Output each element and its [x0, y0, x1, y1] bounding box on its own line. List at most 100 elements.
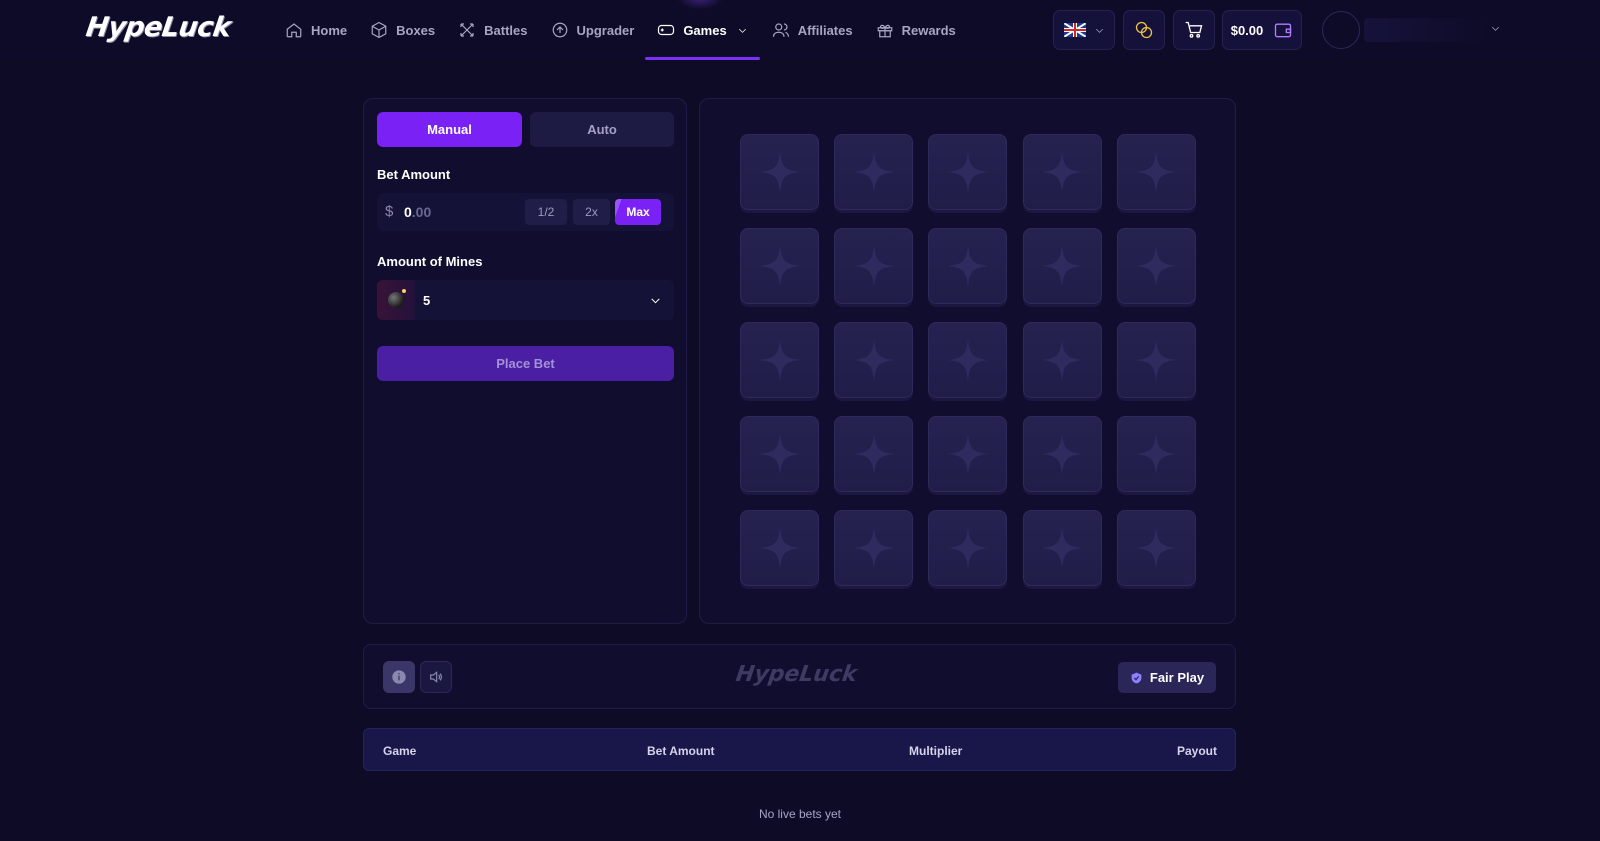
column-payout: Payout	[1176, 744, 1217, 758]
mine-tile[interactable]	[1022, 228, 1102, 304]
user-menu[interactable]	[1364, 18, 1488, 42]
half-bet-button[interactable]: 1/2	[525, 199, 567, 225]
sparkle-icon	[1135, 339, 1178, 381]
mine-tile[interactable]	[928, 322, 1008, 398]
sparkle-icon	[852, 245, 895, 287]
sparkle-icon	[758, 339, 801, 381]
mine-tile[interactable]	[1022, 416, 1102, 492]
sparkle-icon	[1041, 151, 1084, 193]
mine-tile[interactable]	[1022, 322, 1102, 398]
sparkle-icon	[1135, 245, 1178, 287]
bet-control-panel: Manual Auto Bet Amount $ 0.00 1/2 2x Max…	[363, 98, 687, 624]
place-bet-button[interactable]: Place Bet	[377, 346, 674, 381]
nav-games[interactable]: Games	[645, 0, 761, 60]
mines-amount-label: Amount of Mines	[377, 254, 483, 269]
sparkle-icon	[758, 151, 801, 193]
wallet-icon	[1275, 23, 1292, 38]
sparkle-icon	[852, 151, 895, 193]
mine-tile[interactable]	[740, 228, 819, 304]
sparkle-icon	[852, 433, 895, 475]
mine-tile[interactable]	[834, 228, 914, 304]
uk-flag-icon	[1063, 23, 1086, 37]
nav-upgrader-label: Upgrader	[576, 22, 635, 38]
nav-boxes-label: Boxes	[396, 22, 436, 38]
sparkle-icon	[1135, 151, 1178, 193]
sparkle-icon	[1041, 245, 1084, 287]
info-button[interactable]	[383, 661, 415, 693]
mine-tile[interactable]	[928, 134, 1008, 210]
double-bet-button[interactable]: 2x	[573, 199, 610, 225]
cart-button[interactable]	[1173, 10, 1215, 50]
mine-tile[interactable]	[740, 416, 819, 492]
fair-play-button[interactable]: Fair Play	[1118, 662, 1216, 693]
nav-upgrader[interactable]: Upgrader	[551, 0, 635, 60]
mine-tile[interactable]	[928, 416, 1008, 492]
column-bet-amount: Bet Amount	[647, 744, 715, 758]
sparkle-icon	[946, 245, 989, 287]
fair-play-label: Fair Play	[1149, 670, 1205, 685]
bet-amount-value[interactable]: 0.00	[404, 204, 431, 220]
mine-tile[interactable]	[1116, 322, 1196, 398]
coins-button[interactable]	[1123, 10, 1165, 50]
mine-tile[interactable]	[740, 322, 819, 398]
mine-tile[interactable]	[740, 134, 819, 210]
gamepad-icon	[658, 24, 675, 36]
sparkle-icon	[946, 433, 989, 475]
mine-tile[interactable]	[1116, 228, 1196, 304]
sparkle-icon	[1135, 527, 1178, 569]
nav-affiliates[interactable]: Affiliates	[772, 0, 853, 60]
balance-text: $0.00	[1230, 22, 1264, 38]
sparkle-icon	[1041, 433, 1084, 475]
mine-tile[interactable]	[1116, 134, 1196, 210]
bomb-icon	[388, 289, 406, 308]
max-bet-button[interactable]: Max	[615, 199, 661, 225]
mine-tile[interactable]	[740, 510, 819, 586]
sparkle-icon	[758, 245, 801, 287]
brand-watermark: HypeLuck	[734, 662, 859, 687]
mine-tile[interactable]	[1116, 510, 1196, 586]
users-icon	[772, 23, 789, 37]
nav-home[interactable]: Home	[285, 0, 347, 60]
sound-button[interactable]	[420, 661, 452, 693]
bets-table-header: Game Bet Amount Multiplier Payout	[363, 728, 1236, 771]
language-selector[interactable]	[1053, 10, 1115, 50]
top-header: HypeLuck Home Boxes Battles Upgrader Gam…	[0, 0, 1600, 60]
nav-rewards[interactable]: Rewards	[876, 0, 956, 60]
mine-tile[interactable]	[928, 228, 1008, 304]
speaker-icon	[430, 671, 442, 683]
mines-select[interactable]: 5	[377, 280, 674, 320]
mine-tile[interactable]	[1022, 510, 1102, 586]
arrow-up-circle-icon	[552, 22, 567, 38]
chevron-down-icon	[738, 28, 746, 33]
tab-manual[interactable]: Manual	[377, 112, 522, 147]
cart-icon	[1185, 21, 1203, 38]
tab-auto[interactable]: Auto	[530, 112, 674, 147]
mine-tile[interactable]	[834, 134, 914, 210]
chevron-down-icon[interactable]	[1490, 23, 1501, 34]
nav-boxes[interactable]: Boxes	[370, 0, 435, 60]
mine-tile[interactable]	[834, 416, 914, 492]
sparkle-icon	[758, 527, 801, 569]
bet-amount-field[interactable]: $ 0.00 1/2 2x Max	[377, 193, 674, 231]
home-icon	[286, 23, 302, 38]
mine-tile[interactable]	[1116, 416, 1196, 492]
nav-home-label: Home	[311, 22, 348, 38]
nav-battles-label: Battles	[484, 22, 528, 38]
nav-battles[interactable]: Battles	[458, 0, 528, 60]
column-multiplier: Multiplier	[909, 744, 963, 758]
mine-tile[interactable]	[834, 322, 914, 398]
sparkle-icon	[946, 339, 989, 381]
logo[interactable]: HypeLuck	[84, 12, 233, 46]
wallet-button[interactable]: $0.00	[1222, 10, 1302, 50]
empty-bets-message: No live bets yet	[758, 807, 842, 821]
mine-tile[interactable]	[1022, 134, 1102, 210]
bomb-icon-wrap	[377, 280, 415, 320]
sparkle-icon	[852, 527, 895, 569]
chevron-down-icon	[1095, 28, 1103, 33]
main-nav: Home Boxes Battles Upgrader Games Affili…	[285, 0, 979, 60]
chevron-down-icon	[651, 298, 660, 304]
sparkle-icon	[852, 339, 895, 381]
mine-tile[interactable]	[834, 510, 914, 586]
avatar[interactable]	[1322, 11, 1360, 49]
mine-tile[interactable]	[928, 510, 1008, 586]
